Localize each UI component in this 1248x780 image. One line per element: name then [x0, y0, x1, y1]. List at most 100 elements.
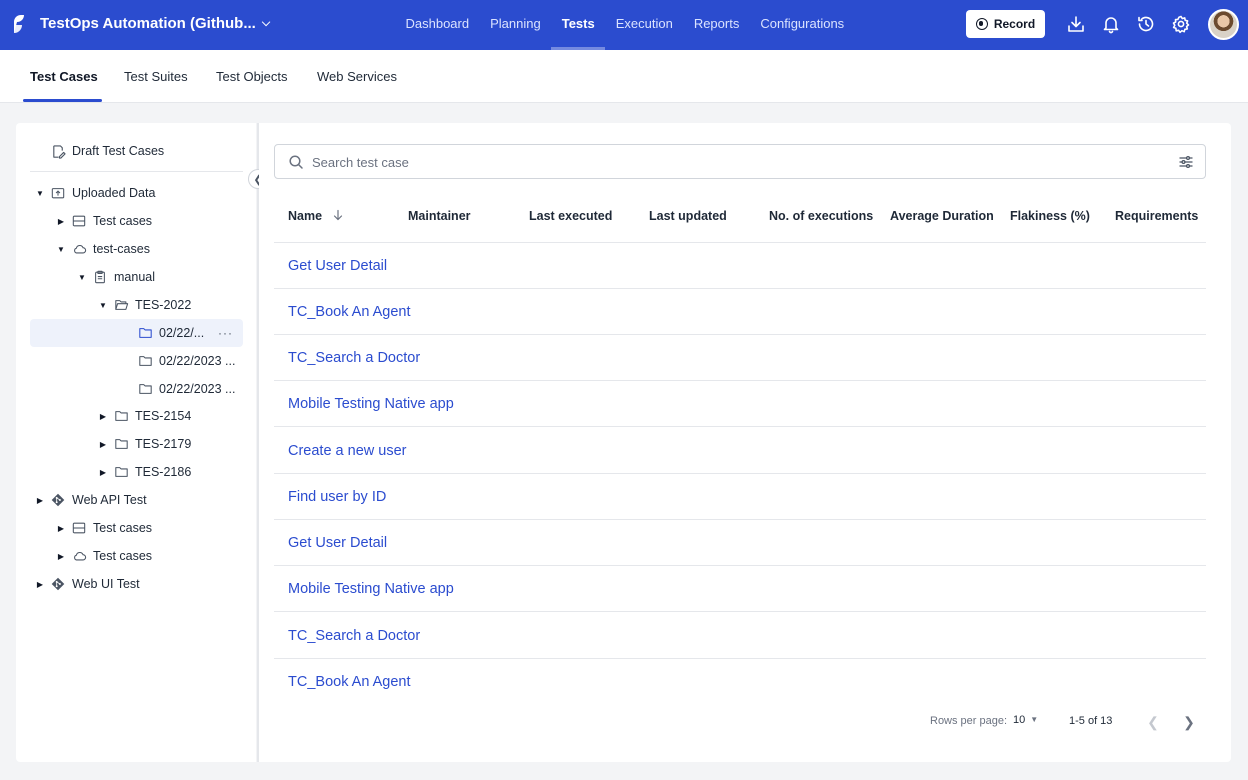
more-options-icon[interactable]: ··· — [218, 326, 243, 340]
caret-right-icon[interactable]: ▶ — [34, 580, 46, 589]
column-header-requirements[interactable]: Requirements — [1115, 209, 1198, 223]
tree-item-tes-2022[interactable]: ▼ TES-2022 — [97, 291, 191, 319]
caret-right-icon[interactable]: ▶ — [55, 217, 67, 226]
tree-item-folder[interactable]: 02/22/2023 ... — [137, 375, 235, 403]
katalon-logo-icon[interactable] — [10, 13, 28, 35]
chevron-right-icon: ❯ — [1183, 714, 1195, 730]
folder-icon — [137, 381, 153, 397]
caret-right-icon[interactable]: ▶ — [55, 524, 67, 533]
search-input[interactable] — [312, 153, 1162, 171]
test-case-link[interactable]: TC_Search a Doctor — [288, 628, 420, 644]
test-case-link[interactable]: TC_Search a Doctor — [288, 350, 420, 366]
pagination-range: 1-5 of 13 — [1069, 715, 1113, 727]
test-case-link[interactable]: Find user by ID — [288, 489, 386, 505]
filter-settings-icon[interactable] — [1178, 154, 1194, 170]
tab-test-cases[interactable]: Test Cases — [30, 69, 98, 84]
tree-item-label: Draft Test Cases — [72, 144, 165, 158]
tree-item-label: 02/22/2023 ... — [159, 382, 236, 396]
caret-right-icon[interactable]: ▶ — [55, 552, 67, 561]
tree-item-test-cases[interactable]: ▶ Test cases — [55, 207, 152, 235]
nav-dashboard[interactable]: Dashboard — [395, 0, 480, 50]
table-row: Find user by ID — [274, 474, 1206, 520]
bell-icon[interactable] — [1101, 14, 1121, 34]
tree-item-draft-test-cases[interactable]: Draft Test Cases — [50, 137, 164, 165]
chevron-down-icon: ⌵ — [261, 17, 271, 29]
tree-item-label: Web UI Test — [72, 577, 140, 591]
tree-item-uploaded-data[interactable]: ▼ Uploaded Data — [34, 179, 155, 207]
nav-tests[interactable]: Tests — [551, 0, 606, 50]
column-header-maintainer[interactable]: Maintainer — [408, 209, 471, 223]
column-header-last-executed[interactable]: Last executed — [529, 209, 612, 223]
record-button[interactable]: Record — [966, 10, 1045, 38]
tree-item-manual[interactable]: ▼ manual — [76, 263, 155, 291]
draft-edit-icon — [50, 143, 66, 159]
tab-test-objects[interactable]: Test Objects — [216, 69, 288, 84]
test-case-link[interactable]: TC_Book An Agent — [288, 304, 411, 320]
tree-item-tes-2154[interactable]: ▶ TES-2154 — [97, 402, 191, 430]
next-page-button[interactable]: ❯ — [1179, 712, 1199, 732]
rows-per-page-select[interactable]: 10 ▼ — [1013, 714, 1038, 726]
table-row: TC_Book An Agent — [274, 659, 1206, 705]
column-header-flakiness[interactable]: Flakiness (%) — [1010, 209, 1090, 223]
tree-item-label: TES-2154 — [135, 409, 192, 423]
history-icon[interactable] — [1136, 14, 1156, 34]
caret-right-icon[interactable]: ▶ — [34, 496, 46, 505]
gear-icon[interactable] — [1171, 14, 1191, 34]
sort-arrow-down-icon[interactable] — [332, 209, 344, 221]
top-navbar: TestOps Automation (Github... ⌵ Dashboard… — [0, 0, 1248, 50]
tree-item-folder-selected[interactable]: 02/22/... ··· — [30, 319, 243, 347]
tree-item-test-cases-cloud[interactable]: ▶ Test cases — [55, 542, 152, 570]
table-row: Mobile Testing Native app — [274, 566, 1206, 612]
column-header-executions[interactable]: No. of executions — [769, 209, 873, 223]
tab-web-services[interactable]: Web Services — [317, 69, 397, 84]
caret-right-icon[interactable]: ▶ — [97, 468, 109, 477]
test-case-link[interactable]: TC_Book An Agent — [288, 674, 411, 690]
caret-right-icon[interactable]: ▶ — [97, 412, 109, 421]
test-case-link[interactable]: Get User Detail — [288, 535, 387, 551]
tree-item-test-cases-cloud[interactable]: ▼ test-cases — [55, 235, 150, 263]
folder-icon — [113, 408, 129, 424]
test-case-link[interactable]: Mobile Testing Native app — [288, 581, 454, 597]
tree-item-web-ui-test[interactable]: ▶ Web UI Test — [34, 570, 140, 598]
tree-divider — [30, 171, 243, 172]
tree-item-folder[interactable]: 02/22/2023 ... — [137, 347, 235, 375]
caret-down-icon[interactable]: ▼ — [76, 273, 88, 282]
test-case-link[interactable]: Get User Detail — [288, 258, 387, 274]
caret-down-icon[interactable]: ▼ — [97, 301, 109, 310]
caret-right-icon[interactable]: ▶ — [97, 440, 109, 449]
avatar[interactable] — [1208, 9, 1239, 40]
rows-per-page-label: Rows per page: — [930, 715, 1008, 727]
active-tab-indicator — [23, 99, 102, 102]
record-icon — [975, 18, 988, 30]
nav-configurations[interactable]: Configurations — [750, 0, 855, 50]
upload-folder-icon — [50, 185, 66, 201]
previous-page-button[interactable]: ❮ — [1143, 712, 1163, 732]
nav-reports[interactable]: Reports — [683, 0, 750, 50]
table-row: Mobile Testing Native app — [274, 381, 1206, 427]
table-row: TC_Book An Agent — [274, 289, 1206, 335]
project-selector[interactable]: TestOps Automation (Github... ⌵ — [40, 15, 270, 32]
tree-item-label: Web API Test — [72, 493, 147, 507]
tree-item-label: Uploaded Data — [72, 186, 156, 200]
tab-test-suites[interactable]: Test Suites — [124, 69, 188, 84]
caret-down-icon[interactable]: ▼ — [55, 245, 67, 254]
nav-planning[interactable]: Planning — [480, 0, 552, 50]
tree-item-label: 02/22/2023 ... — [159, 354, 236, 368]
caret-down-icon[interactable]: ▼ — [34, 189, 46, 198]
server-icon — [71, 520, 87, 536]
download-icon[interactable] — [1066, 14, 1086, 34]
tree-item-test-cases[interactable]: ▶ Test cases — [55, 514, 152, 542]
column-header-average-duration[interactable]: Average Duration — [890, 209, 994, 223]
column-header-last-updated[interactable]: Last updated — [649, 209, 727, 223]
tree-item-tes-2186[interactable]: ▶ TES-2186 — [97, 458, 191, 486]
table-row: Get User Detail — [274, 520, 1206, 566]
search-box — [274, 144, 1206, 179]
test-case-link[interactable]: Mobile Testing Native app — [288, 396, 454, 412]
tree-item-web-api-test[interactable]: ▶ Web API Test — [34, 486, 147, 514]
clipboard-icon — [92, 269, 108, 285]
test-case-link[interactable]: Create a new user — [288, 443, 406, 459]
tree-item-tes-2179[interactable]: ▶ TES-2179 — [97, 430, 191, 458]
nav-execution[interactable]: Execution — [605, 0, 683, 50]
column-header-name[interactable]: Name — [288, 209, 344, 223]
tree-item-label: 02/22/... — [159, 326, 205, 340]
